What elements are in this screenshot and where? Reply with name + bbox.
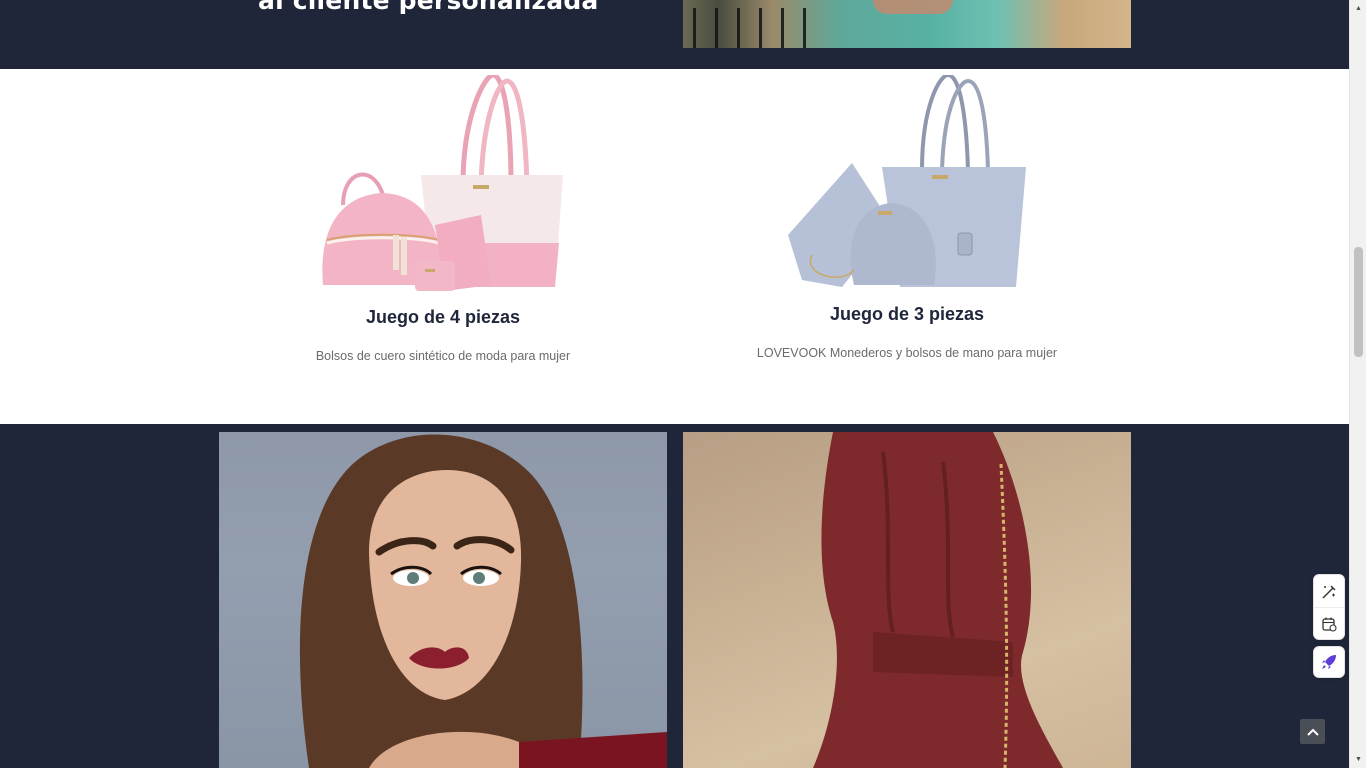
edit-ai-button[interactable]: [1314, 576, 1344, 608]
hero-photo-hand: [873, 0, 953, 14]
product-card-4-piece[interactable]: Juego de 4 piezas Bolsos de cuero sintét…: [219, 69, 667, 363]
scroll-up-arrow-icon[interactable]: ▲: [1350, 0, 1366, 17]
vertical-scrollbar[interactable]: ▲ ▼: [1349, 0, 1366, 768]
hero-heading: al cliente personalizada: [258, 0, 599, 15]
product-description: LOVEVOOK Monederos y bolsos de mano para…: [756, 346, 1058, 360]
calendar-icon: [1322, 617, 1337, 632]
back-to-top-button[interactable]: [1300, 719, 1325, 744]
product-image-blue-bag-set[interactable]: [782, 72, 1032, 293]
hero-photo-railing: [683, 8, 813, 48]
portrait-illustration: [299, 434, 667, 768]
hero-section: al cliente personalizada: [0, 0, 1349, 69]
product-description: Bolsos de cuero sintético de moda para m…: [315, 349, 571, 363]
gallery-section: [0, 424, 1349, 768]
products-section: Juego de 4 piezas Bolsos de cuero sintét…: [0, 69, 1349, 424]
product-title[interactable]: Juego de 3 piezas: [683, 304, 1131, 325]
rocket-icon: [1322, 655, 1336, 669]
portrait-photo: [219, 432, 667, 768]
chevron-up-icon: [1306, 728, 1319, 736]
hero-photo: [683, 0, 1131, 48]
edit-ai-icon: [1322, 585, 1336, 598]
product-title[interactable]: Juego de 4 piezas: [219, 307, 667, 328]
fashion-illustration: [813, 432, 1063, 768]
calendar-button[interactable]: [1314, 608, 1344, 640]
blue-bag-set-illustration: [788, 72, 1026, 287]
pink-bag-set-illustration: [322, 72, 563, 291]
product-card-3-piece[interactable]: Juego de 3 piezas LOVEVOOK Monederos y b…: [683, 69, 1131, 360]
scroll-down-arrow-icon[interactable]: ▼: [1350, 751, 1366, 768]
scrollbar-thumb[interactable]: [1354, 247, 1363, 357]
product-image-pink-bag-set[interactable]: [313, 72, 573, 297]
page: al cliente personalizada Juego de 4 piez…: [0, 0, 1349, 768]
fashion-photo: [683, 432, 1131, 768]
rocket-button[interactable]: [1313, 646, 1345, 678]
floating-toolbar: [1313, 574, 1345, 640]
